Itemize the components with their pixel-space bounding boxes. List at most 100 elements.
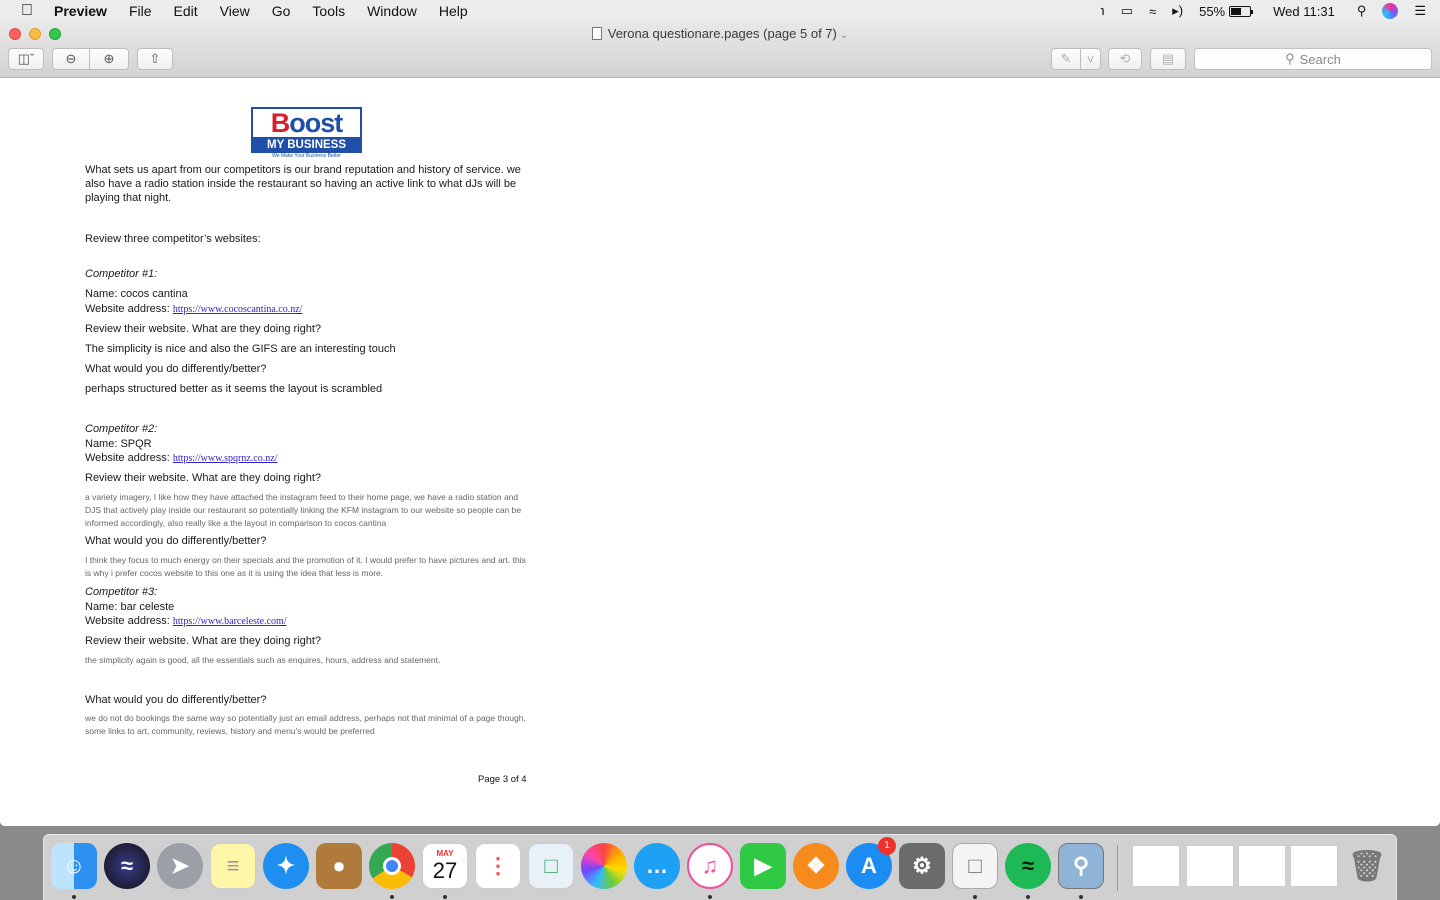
zoom-in-button[interactable]: ⊕ [89, 48, 129, 70]
volume-icon[interactable]: ▸) [1164, 0, 1191, 22]
competitor-2-answer-better: I think they focus to much energy on the… [85, 555, 526, 578]
siri-icon[interactable] [1374, 0, 1406, 22]
spotify-icon[interactable]: ≈ [1005, 843, 1051, 889]
siri-icon[interactable]: ≈ [104, 843, 150, 889]
competitor-2-question-right: Review their website. What are they doin… [85, 472, 322, 484]
minimized-chrome-window[interactable] [1132, 845, 1180, 887]
zoom-out-button[interactable]: ⊖ [52, 48, 90, 70]
menu-app-preview[interactable]: Preview [54, 0, 118, 22]
website-label: Website address: [85, 452, 173, 464]
clock[interactable]: Wed 11:31 [1259, 0, 1349, 22]
contacts-icon[interactable]: ● [316, 843, 362, 889]
competitor-3-website-row: Website address: https://www.barceleste.… [85, 614, 287, 629]
competitor-2-answer-right: a variety imagery, I like how they have … [85, 492, 522, 528]
minimized-calendar-window[interactable] [1238, 845, 1286, 887]
launchpad-icon[interactable]: ➤ [157, 843, 203, 889]
airplay-icon[interactable]: ▭ [1113, 0, 1141, 22]
logo-wordmark: Boost [251, 107, 362, 137]
menu-view[interactable]: View [209, 0, 261, 22]
window-title-text: Verona questionare.pages (page 5 of 7) [607, 26, 837, 41]
preview-icon[interactable]: ⚲ [1058, 843, 1104, 889]
rotate-button[interactable]: ⟲ [1108, 48, 1142, 70]
share-button[interactable]: ⇧ [137, 48, 173, 70]
sidebar-toggle-button[interactable]: ◫ˇ [8, 48, 44, 70]
menu-window[interactable]: Window [356, 0, 428, 22]
competitor-3-question-right: Review their website. What are they doin… [85, 635, 322, 647]
minimized-document-window[interactable] [1186, 845, 1234, 887]
photo-booth-icon[interactable]: □ [528, 843, 574, 889]
rotate-icon: ⟲ [1119, 51, 1131, 66]
markup-menu-button[interactable]: ˅ [1080, 48, 1101, 70]
logo-bar: MY BUSINESS [251, 137, 362, 153]
competitor-2-website-row: Website address: https://www.spqrnz.co.n… [85, 451, 277, 466]
markup-button[interactable]: ✎ [1051, 48, 1081, 70]
libreoffice-icon[interactable]: □ [952, 843, 998, 889]
menu-go[interactable]: Go [261, 0, 302, 22]
menu-help[interactable]: Help [428, 0, 479, 22]
menu-file[interactable]: File [118, 0, 163, 22]
competitor-3-question-better: What would you do differently/better? [85, 694, 267, 706]
preview-window: Verona questionare.pages (page 5 of 7) ⌄ … [0, 22, 1440, 826]
itunes-icon[interactable]: ♫ [687, 843, 733, 889]
markup-toolbar-button[interactable]: ▤ [1150, 48, 1186, 70]
review-heading: Review three competitor’s websites: [85, 233, 261, 245]
competitor-3-heading: Competitor #3: [85, 586, 158, 598]
battery-status[interactable]: 55% [1191, 0, 1259, 22]
chrome-icon[interactable] [369, 843, 415, 889]
battery-percent: 55% [1199, 3, 1226, 19]
window-title[interactable]: Verona questionare.pages (page 5 of 7) ⌄ [0, 26, 1440, 41]
menu-bar:  Preview File Edit View Go Tools Window… [0, 0, 1440, 22]
zoom-in-icon: ⊕ [103, 51, 115, 66]
reminders-icon[interactable]: ⋮ [475, 843, 521, 889]
menu-tools[interactable]: Tools [301, 0, 356, 22]
chevron-down-icon: ˅ [1086, 51, 1095, 67]
running-indicator [1079, 895, 1083, 899]
minimized-itunes-window[interactable] [1290, 845, 1338, 887]
safari-icon[interactable]: ✦ [263, 843, 309, 889]
system-preferences-icon[interactable]: ⚙ [899, 843, 945, 889]
apple-menu-icon[interactable]:  [0, 2, 54, 20]
chevron-down-icon: ⌄ [839, 30, 849, 41]
sidebar-icon: ◫ˇ [17, 51, 35, 66]
calendar-icon[interactable]: MAY 27 [422, 843, 468, 889]
competitor-2-name: Name: SPQR [85, 438, 152, 450]
messages-icon[interactable]: … [634, 843, 680, 889]
wifi-icon[interactable]: ≈ [1141, 0, 1164, 22]
competitor-3-website-link[interactable]: https://www.barceleste.com/ [173, 616, 287, 627]
competitor-1-question-better: What would you do differently/better? [85, 363, 267, 375]
page-number: Page 3 of 4 [478, 774, 527, 785]
search-icon: ⚲ [1285, 51, 1295, 66]
competitor-1-answer-better: perhaps structured better as it seems th… [85, 383, 383, 395]
competitor-1-question-right: Review their website. What are they doin… [85, 323, 322, 335]
competitor-1-name: Name: cocos cantina [85, 288, 188, 300]
menu-edit[interactable]: Edit [163, 0, 209, 22]
website-label: Website address: [85, 615, 173, 627]
share-icon: ⇧ [149, 51, 161, 66]
competitor-2-website-link[interactable]: https://www.spqrnz.co.nz/ [173, 453, 278, 464]
competitor-1-website-link[interactable]: https://www.cocoscantina.co.nz/ [173, 304, 303, 315]
spotlight-search-icon[interactable]: ⚲ [1349, 0, 1375, 22]
website-label: Website address: [85, 303, 173, 315]
ibooks-icon[interactable]: ❖ [793, 843, 839, 889]
photos-icon[interactable] [581, 843, 627, 889]
facetime-icon[interactable]: ▶ [740, 843, 786, 889]
boost-my-business-logo: Boost MY BUSINESS We Make Your Business … [251, 107, 362, 162]
toolbox-icon: ▤ [1161, 51, 1175, 66]
document-page: Boost MY BUSINESS We Make Your Business … [0, 79, 1440, 826]
competitor-1-answer-right: The simplicity is nice and also the GIFS… [85, 343, 396, 355]
competitor-3-answer-right: the simplicity again is good, all the es… [85, 655, 441, 665]
zoom-out-icon: ⊖ [65, 51, 77, 66]
competitor-3-name: Name: bar celeste [85, 601, 175, 613]
pen-icon: ✎ [1060, 51, 1072, 66]
logo-tagline: We Make Your Business Better [272, 153, 341, 159]
trash-icon[interactable]: 🗑 [1344, 843, 1390, 889]
bluetooth-icon[interactable]: ℩ [1092, 0, 1112, 22]
finder-icon[interactable]: ☺ [51, 843, 97, 889]
notes-icon[interactable]: ≡ [210, 843, 256, 889]
app-store-icon[interactable]: A1 [846, 837, 896, 889]
competitor-1-website-row: Website address: https://www.cocoscantin… [85, 302, 302, 317]
competitor-2-heading: Competitor #2: [85, 423, 158, 435]
notification-center-icon[interactable]: ☰ [1406, 0, 1440, 22]
search-input[interactable]: ⚲ Search [1194, 48, 1432, 70]
calendar-day: 27 [432, 858, 458, 883]
